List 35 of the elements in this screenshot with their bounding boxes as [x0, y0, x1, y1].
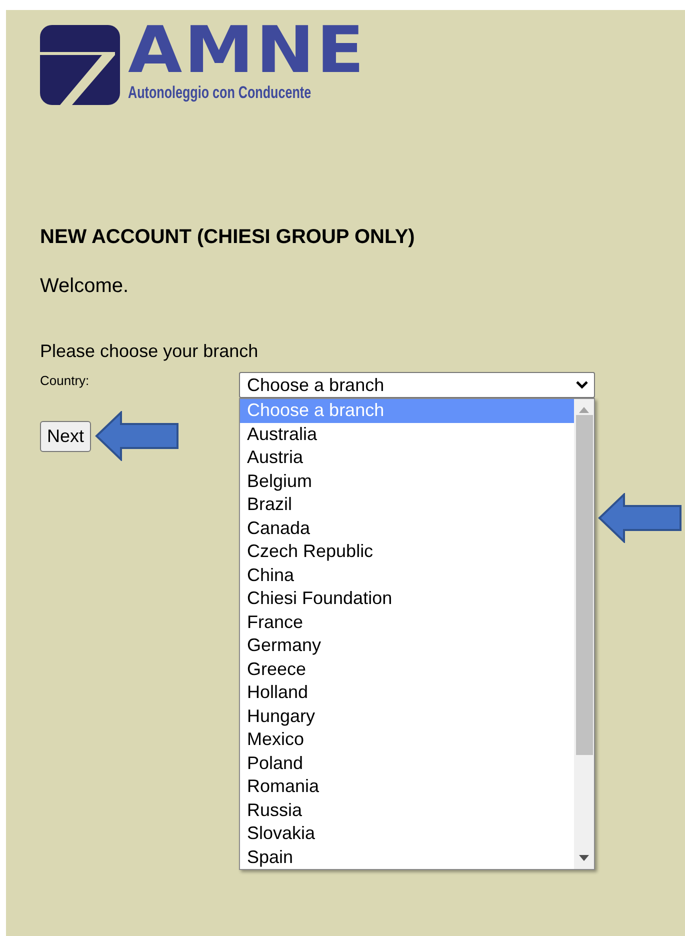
scrollbar[interactable] [574, 399, 594, 869]
dropdown-option[interactable]: France [240, 610, 574, 634]
dropdown-option[interactable]: Mexico [240, 728, 574, 752]
dropdown-option[interactable]: Romania [240, 775, 574, 798]
country-label: Country: [40, 372, 90, 388]
dropdown-option[interactable]: Brazil [240, 493, 574, 516]
logo-wordmark: AMNE [128, 23, 368, 76]
welcome-text: Welcome. [40, 274, 130, 298]
dropdown-option[interactable]: Belgium [240, 470, 574, 493]
dropdown-option[interactable]: Spain [240, 846, 574, 869]
dropdown-option[interactable]: Greece [240, 658, 574, 681]
dropdown-option[interactable]: Holland [240, 681, 574, 704]
dropdown-option[interactable]: China [240, 564, 574, 587]
scroll-down-icon[interactable] [579, 855, 589, 861]
arrow-icon [95, 411, 180, 461]
dropdown-option[interactable]: Chiesi Foundation [240, 587, 574, 610]
instruction-text: Please choose your branch [40, 340, 260, 362]
dropdown-option[interactable]: Hungary [240, 704, 574, 728]
logo-mark-icon [40, 25, 120, 105]
logo-tagline: Autonoleggio con Conducente [128, 83, 312, 103]
dropdown-option[interactable]: Slovakia [240, 822, 574, 846]
dropdown-option[interactable]: Australia [240, 422, 574, 446]
dropdown-option[interactable]: Poland [240, 752, 574, 775]
dropdown-option[interactable]: Russia [240, 798, 574, 822]
dropdown-option[interactable]: Czech Republic [240, 540, 574, 564]
chevron-down-icon [576, 381, 588, 389]
branch-dropdown[interactable]: Choose a branch [239, 372, 595, 398]
scroll-up-icon[interactable] [579, 407, 589, 413]
next-button[interactable]: Next [40, 420, 92, 452]
dropdown-option[interactable]: Canada [240, 516, 574, 540]
dropdown-option[interactable]: Germany [240, 634, 574, 658]
dropdown-option[interactable]: Austria [240, 446, 574, 470]
arrow-icon [598, 493, 682, 543]
scrollbar-thumb[interactable] [576, 415, 592, 755]
page-heading: NEW ACCOUNT (CHIESI GROUP ONLY) [40, 225, 416, 249]
